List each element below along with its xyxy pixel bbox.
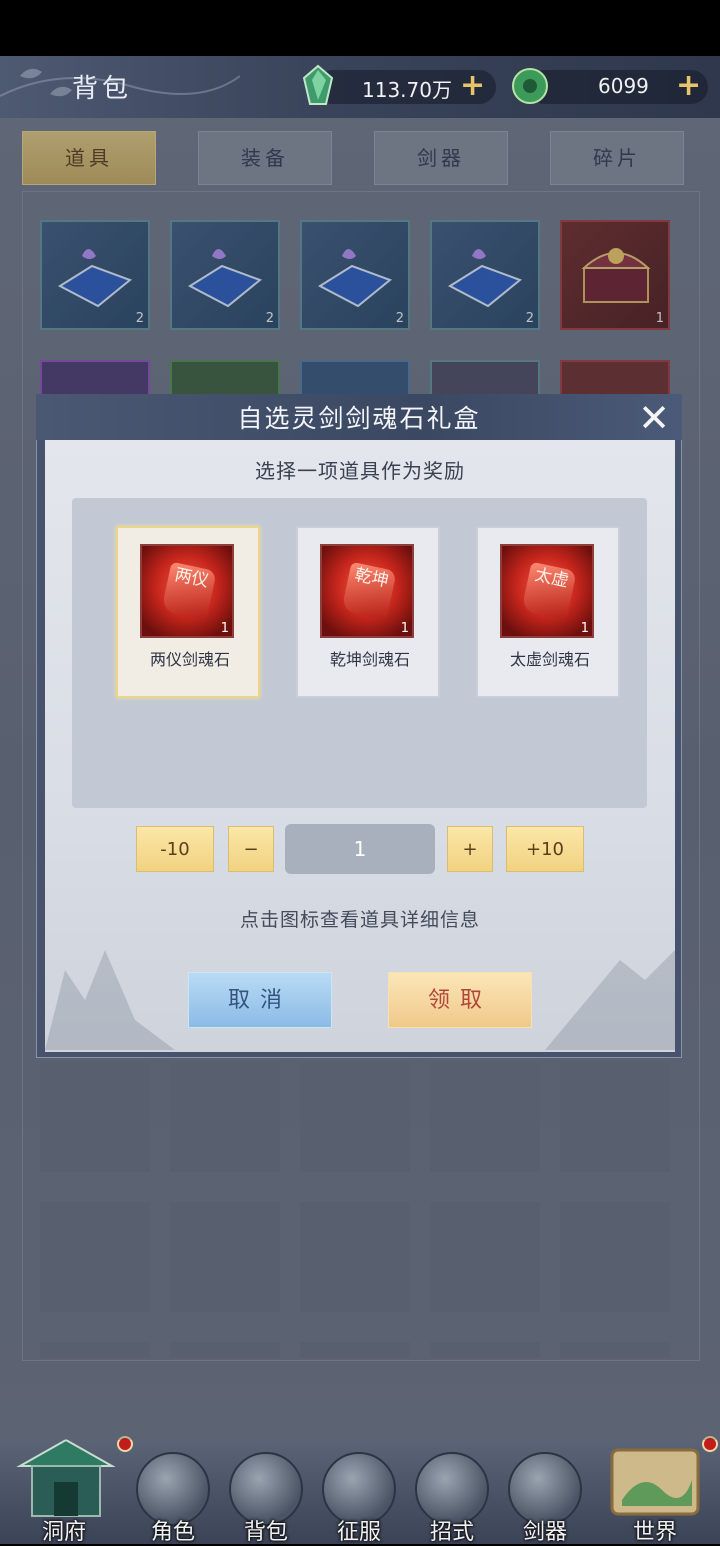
dialog-title: 自选灵剑剑魂石礼盒 [237, 404, 481, 433]
nav-label-cave: 洞府 [41, 1520, 86, 1545]
dialog-subtitle: 选择一项道具作为奖励 [255, 459, 465, 483]
reward-option-card[interactable]: 太虚 1 太虚剑魂石 [476, 526, 620, 698]
page-title: 背包 [72, 74, 133, 104]
plus-button[interactable]: + [447, 826, 493, 872]
currency2-add-button[interactable]: + [676, 68, 701, 103]
nav-label-swords: 剑器 [522, 1520, 567, 1545]
claim-button[interactable]: 领取 [388, 972, 532, 1028]
sword-soul-stone-icon[interactable]: 乾坤 1 [320, 544, 414, 638]
currency1-value: 113.70万 [362, 78, 452, 102]
reward-option-name: 乾坤剑魂石 [329, 650, 410, 669]
nav-label-conquer: 征服 [336, 1520, 381, 1545]
close-icon[interactable]: ✕ [632, 398, 676, 438]
sword-soul-stone-icon[interactable]: 两仪 1 [140, 544, 234, 638]
jade-crystal-icon [302, 64, 334, 105]
reward-option-card[interactable]: 乾坤 1 乾坤剑魂石 [296, 526, 440, 698]
reward-option-name: 太虚剑魂石 [509, 650, 590, 669]
jade-coin-icon [512, 68, 548, 104]
cancel-button[interactable]: 取消 [188, 972, 332, 1028]
nav-label-moves: 招式 [429, 1520, 474, 1545]
reward-option-card[interactable]: 两仪 1 两仪剑魂石 [116, 526, 260, 698]
minus-ten-button[interactable]: -10 [136, 826, 214, 872]
world-map-icon [610, 1448, 700, 1516]
mountain-decoration [45, 950, 675, 1050]
minus-button[interactable]: − [228, 826, 274, 872]
sword-soul-stone-icon[interactable]: 太虚 1 [500, 544, 594, 638]
status-bar [0, 0, 720, 56]
plus-ten-button[interactable]: +10 [506, 826, 584, 872]
currency1-add-button[interactable]: + [460, 68, 485, 103]
quantity-input[interactable]: 1 [285, 824, 435, 874]
nav-label-bag: 背包 [243, 1520, 288, 1545]
nav-label-world: 世界 [632, 1520, 677, 1545]
reward-option-name: 两仪剑魂石 [149, 650, 230, 669]
hint-text: 点击图标查看道具详细信息 [239, 909, 480, 931]
currency2-value: 6099 [598, 74, 649, 98]
nav-label-character: 角色 [150, 1520, 195, 1545]
cave-house-icon [16, 1438, 116, 1517]
